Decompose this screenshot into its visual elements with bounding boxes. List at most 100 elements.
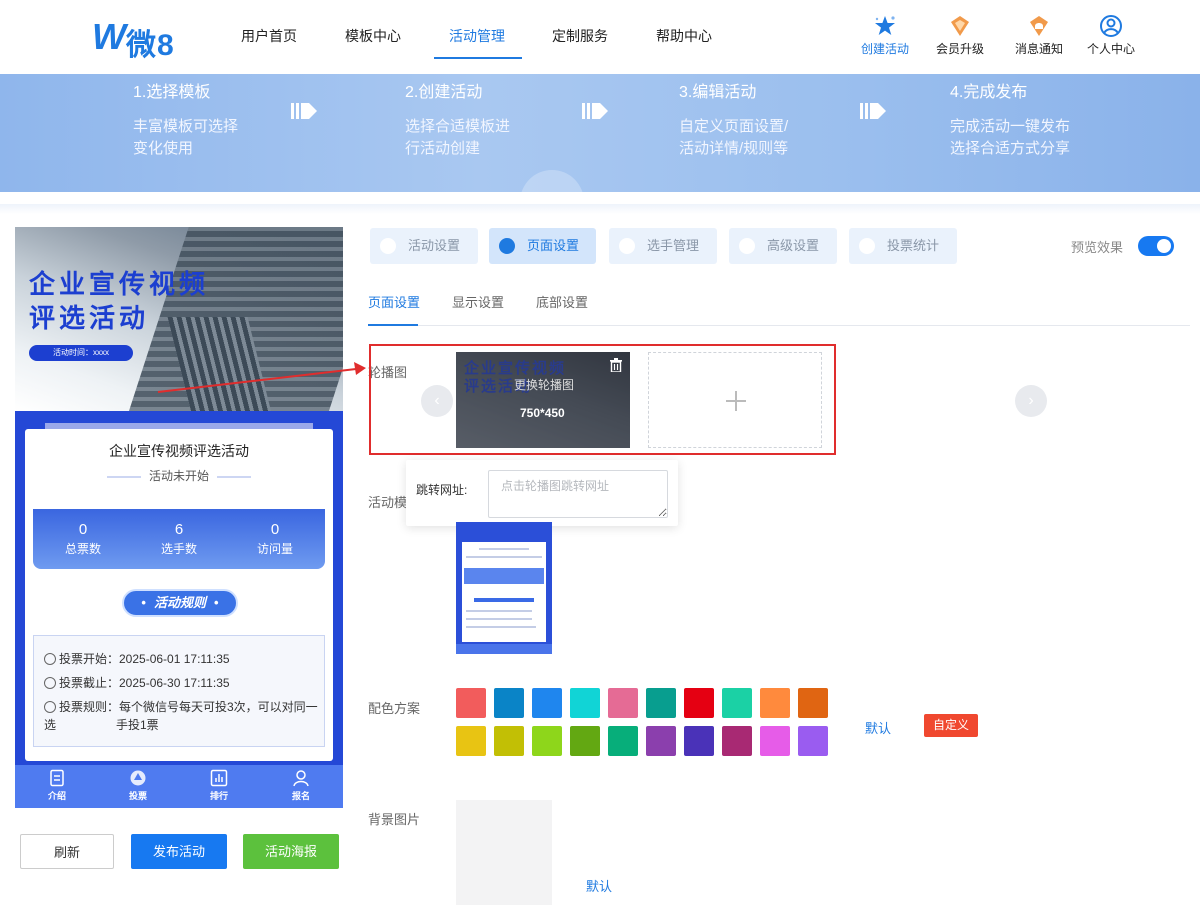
color-swatch[interactable] (532, 688, 562, 718)
vote-end-line: 投票截止：2025-06-30 17:11:35 (44, 674, 230, 692)
color-default-button[interactable]: 默认 (865, 718, 891, 737)
color-swatch[interactable] (532, 726, 562, 756)
step-desc: 丰富模板可选择 (133, 118, 239, 135)
steps-banner: 1.选择模板 丰富模板可选择 变化使用 2.创建活动 选择合适模板进 行活动创建… (0, 74, 1200, 192)
vote-start-line: 投票开始：2025-06-01 17:11:35 (44, 650, 230, 668)
tab-activity-settings[interactable]: 活动设置 (370, 228, 478, 264)
tab-vote-statistics[interactable]: 投票统计 (849, 228, 957, 264)
preview-effect-label: 预览效果 (1071, 240, 1124, 255)
stat-value: 0 (78, 521, 88, 538)
refresh-button[interactable]: 刷新 (20, 834, 114, 869)
carousel-next-button[interactable]: › (1015, 385, 1047, 417)
preview-card: 企业宣传视频评选活动 活动未开始 0 总票数 6 选手数 0 访问量 活动规则 (25, 423, 333, 761)
step-desc: 完成活动一键发布 (950, 118, 1071, 135)
color-swatch[interactable] (798, 726, 828, 756)
card-stripe (45, 423, 313, 429)
color-swatch[interactable] (608, 726, 638, 756)
stat-total-votes: 0 总票数 (35, 521, 131, 557)
nav-item-custom-service[interactable]: 定制服务 (552, 26, 608, 46)
color-swatch[interactable] (798, 688, 828, 718)
color-swatch[interactable] (456, 726, 486, 756)
template-thumbnail[interactable] (456, 522, 552, 654)
template-thumb-line (466, 556, 542, 558)
preview-hero-image: 企业宣传视频 评选活动 活动时间：xxxx (15, 227, 343, 411)
notifications-button[interactable]: 消息通知 (1007, 14, 1071, 57)
step-desc: 活动详情/规则等 (679, 140, 789, 157)
color-swatch[interactable] (570, 688, 600, 718)
color-swatch[interactable] (646, 688, 676, 718)
subtab-footer-settings[interactable]: 底部设置 (536, 292, 588, 311)
background-image-thumbnail[interactable] (456, 800, 552, 905)
background-default-button[interactable]: 默认 (586, 876, 612, 895)
color-scheme-label: 配色方案 (368, 701, 421, 716)
step-2: 2.创建活动 选择合适模板进 行活动创建 (405, 78, 510, 160)
user-icon (1100, 15, 1122, 37)
preview-hero-time: 活动时间：xxxx (29, 345, 133, 361)
chart-icon (210, 769, 228, 787)
tab-label: 选手管理 (647, 238, 700, 253)
color-swatch[interactable] (608, 688, 638, 718)
arrow-right-icon (291, 103, 317, 119)
preview-tab-label: 报名 (291, 791, 310, 801)
color-swatch[interactable] (684, 688, 714, 718)
color-swatch[interactable] (760, 688, 790, 718)
step-desc: 选择合适模板进 (405, 118, 511, 135)
jump-url-input[interactable] (488, 470, 668, 518)
stat-contestants: 6 选手数 (131, 521, 227, 557)
subtab-active-underline (368, 324, 418, 326)
logo[interactable]: W 微8 (92, 14, 192, 62)
step-4: 4.完成发布 完成活动一键发布 选择合适方式分享 (950, 78, 1070, 160)
jump-url-label: 跳转网址: (416, 483, 468, 497)
stat-value: 6 (174, 521, 184, 538)
arrow-right-icon (582, 103, 608, 119)
subtab-display-settings[interactable]: 显示设置 (452, 292, 504, 311)
color-swatch[interactable] (494, 726, 524, 756)
preview-tab-signup[interactable]: 报名 (271, 769, 331, 802)
user-center-button[interactable]: 个人中心 (1079, 14, 1143, 57)
step-title: 1.选择模板 (133, 84, 211, 101)
stat-visits: 0 访问量 (227, 521, 323, 557)
preview-rules-button[interactable]: 活动规则 (122, 589, 238, 617)
tab-label: 投票统计 (887, 238, 940, 253)
vote-start-text: 投票开始：2025-06-01 17:11:35 (59, 652, 230, 666)
nav-item-help[interactable]: 帮助中心 (656, 26, 712, 46)
color-swatch[interactable] (684, 726, 714, 756)
preview-tab-vote[interactable]: 投票 (108, 769, 168, 802)
color-swatch[interactable] (570, 726, 600, 756)
tab-label: 活动设置 (408, 238, 461, 253)
nav-item-home[interactable]: 用户首页 (241, 26, 297, 46)
hero-title-line: 企业宣传视频 (29, 269, 210, 299)
color-swatch[interactable] (646, 726, 676, 756)
color-swatch[interactable] (760, 726, 790, 756)
publish-activity-button[interactable]: 发布活动 (131, 834, 227, 869)
notifications-label: 消息通知 (1014, 42, 1063, 56)
preview-tab-ranking[interactable]: 排行 (189, 769, 249, 802)
create-activity-button[interactable]: 创建活动 (853, 14, 917, 57)
vip-icon (951, 16, 969, 36)
color-custom-button[interactable]: 自定义 (924, 714, 978, 737)
template-thumb-line (466, 618, 532, 620)
stat-value: 0 (270, 521, 280, 538)
person-icon (293, 770, 309, 787)
color-swatch[interactable] (722, 688, 752, 718)
preview-tab-label: 排行 (209, 791, 228, 801)
top-navbar: W 微8 用户首页 模板中心 活动管理 定制服务 帮助中心 创建活动 会员升级 … (0, 0, 1200, 74)
vip-upgrade-button[interactable]: 会员升级 (928, 14, 992, 57)
layout-icon (499, 238, 515, 254)
nav-item-activity-management[interactable]: 活动管理 (449, 26, 505, 46)
color-swatch[interactable] (494, 688, 524, 718)
person-icon (619, 238, 635, 254)
subtab-page-settings[interactable]: 页面设置 (368, 292, 420, 311)
clock-icon (44, 677, 56, 689)
tab-advanced-settings[interactable]: 高级设置 (729, 228, 837, 264)
color-swatch[interactable] (722, 726, 752, 756)
vote-icon (130, 770, 146, 786)
nav-item-templates[interactable]: 模板中心 (345, 26, 401, 46)
preview-tab-intro[interactable]: 介绍 (27, 769, 87, 802)
activity-poster-button[interactable]: 活动海报 (243, 834, 339, 869)
tab-page-settings[interactable]: 页面设置 (489, 228, 596, 264)
color-swatch[interactable] (456, 688, 486, 718)
tab-contestant-management[interactable]: 选手管理 (609, 228, 717, 264)
logo-text: 微8 (126, 29, 175, 62)
preview-effect-toggle[interactable] (1138, 236, 1174, 256)
